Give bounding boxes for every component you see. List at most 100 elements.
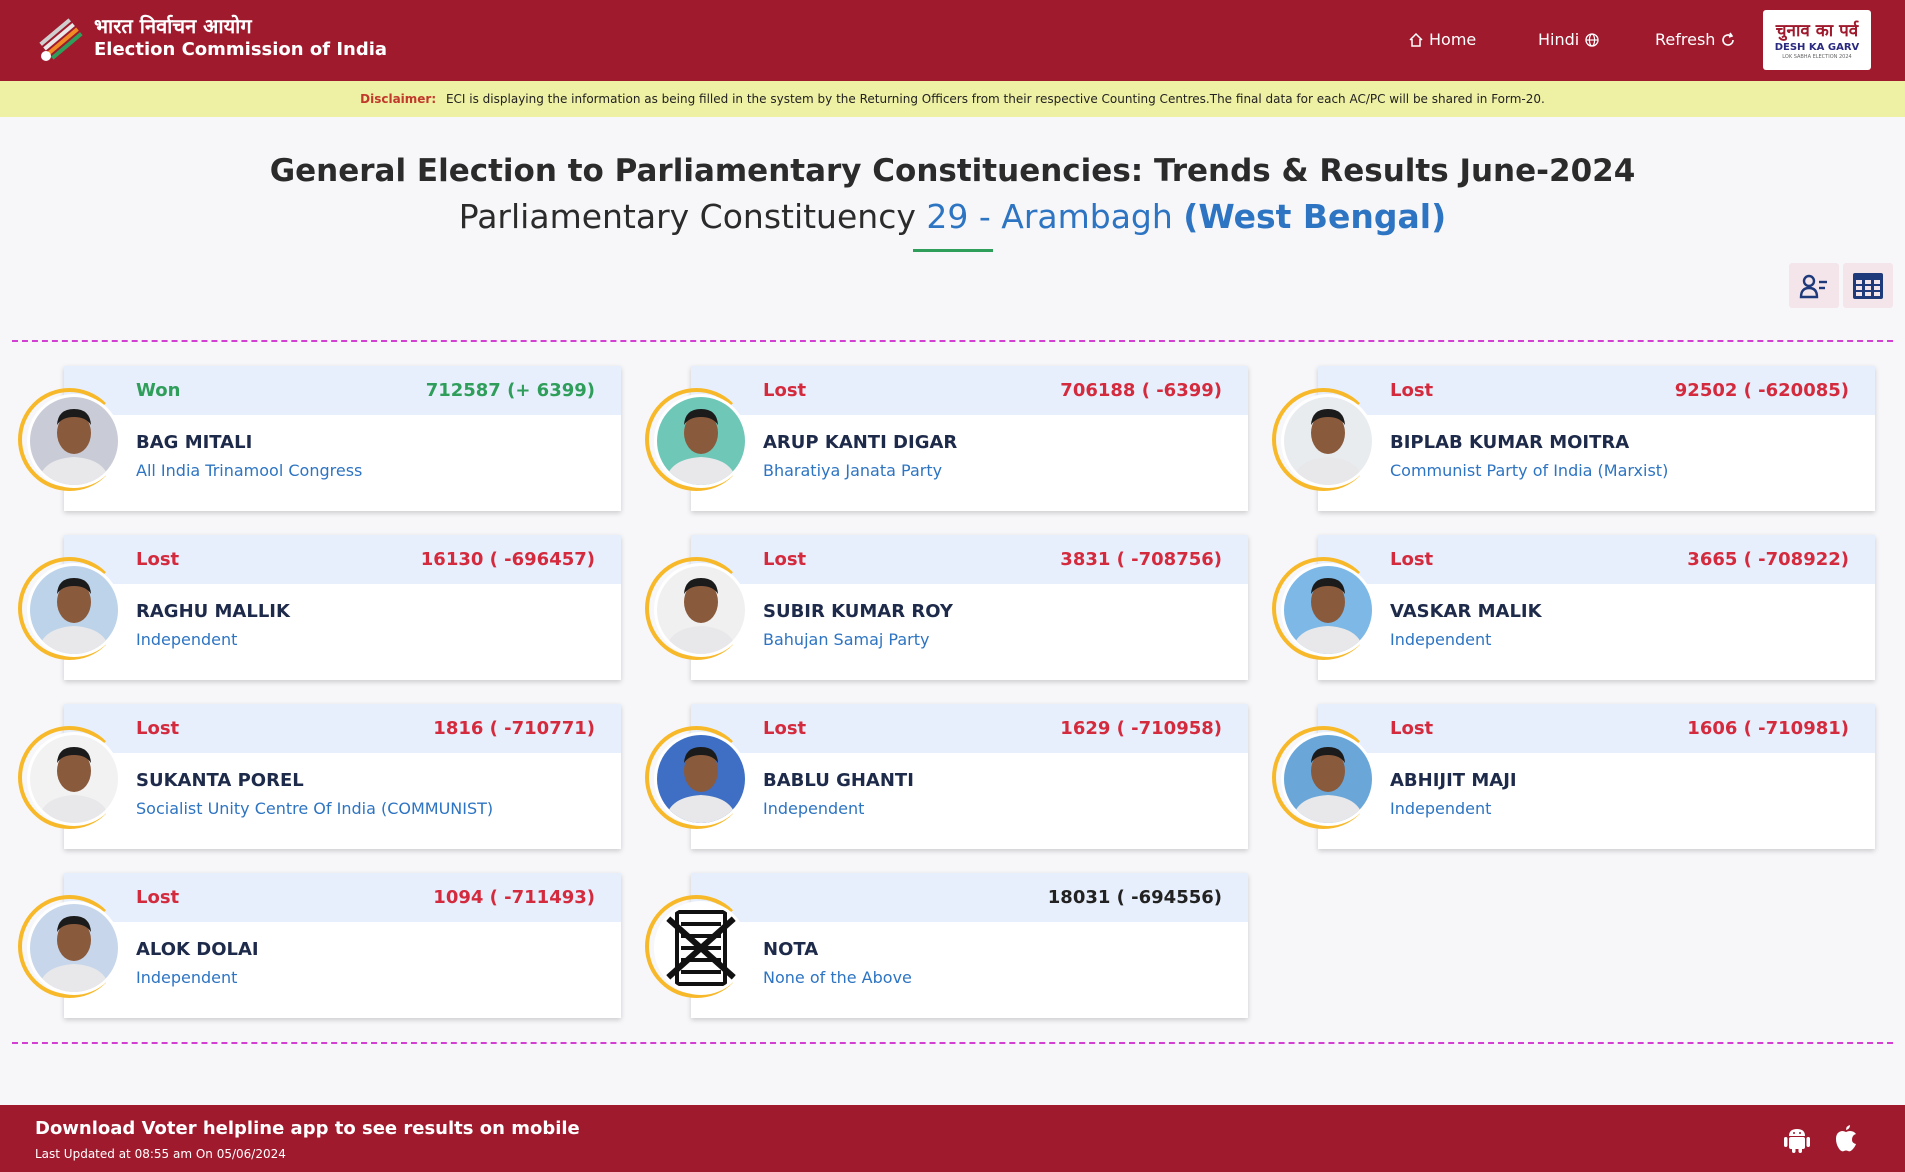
nota-symbol-icon[interactable] bbox=[657, 904, 745, 992]
photo-ring bbox=[18, 726, 121, 829]
candidate-card[interactable]: Lost 1094 ( -711493) ALOK DOLAI Independent bbox=[64, 873, 621, 1018]
party-name: Independent bbox=[136, 630, 238, 649]
candidate-photo[interactable] bbox=[1284, 566, 1372, 654]
party-name: Independent bbox=[1390, 630, 1492, 649]
candidate-card[interactable]: 18031 ( -694556) NOTA None of the Above bbox=[691, 873, 1248, 1018]
candidate-view-button[interactable] bbox=[1789, 263, 1839, 308]
result-status: Lost bbox=[136, 718, 180, 739]
nav-home-label: Home bbox=[1429, 30, 1477, 49]
candidate-card[interactable]: Lost 1816 ( -710771) SUKANTA POREL Socialis… bbox=[64, 704, 621, 849]
disclaimer-text: ECI is displaying the information as bei… bbox=[445, 92, 1545, 106]
state-name: (West Bengal) bbox=[1183, 197, 1447, 236]
title-underline bbox=[913, 249, 993, 252]
election-badge[interactable]: चुनाव का पर्व DESH KA GARV LOK SABHA ELE… bbox=[1763, 10, 1871, 70]
candidate-card[interactable]: Lost 3665 ( -708922) VASKAR MALIK Independe… bbox=[1318, 535, 1875, 680]
badge-sub: LOK SABHA ELECTION 2024 bbox=[1782, 54, 1852, 60]
candidate-name: BIPLAB KUMAR MOITRA bbox=[1390, 432, 1630, 453]
vote-count: 16130 ( -696457) bbox=[420, 549, 595, 570]
person-silhouette-icon bbox=[665, 409, 737, 485]
apple-icon[interactable] bbox=[1830, 1123, 1862, 1155]
page-title: General Election to Parliamentary Consti… bbox=[269, 153, 1636, 189]
candidate-name: ARUP KANTI DIGAR bbox=[763, 432, 958, 453]
nav-hindi-label: Hindi bbox=[1538, 30, 1580, 49]
vote-count: 1629 ( -710958) bbox=[1060, 718, 1222, 739]
section-divider-bottom bbox=[12, 1042, 1893, 1044]
candidate-photo[interactable] bbox=[657, 735, 745, 823]
photo-ring bbox=[645, 895, 748, 998]
person-silhouette-icon bbox=[1292, 578, 1364, 654]
globe-icon bbox=[1585, 32, 1599, 47]
party-name: Communist Party of India (Marxist) bbox=[1390, 461, 1669, 480]
candidate-name: RAGHU MALLIK bbox=[136, 601, 290, 622]
nota-cross-icon bbox=[660, 910, 742, 986]
result-status: Lost bbox=[763, 718, 807, 739]
candidate-card[interactable]: Lost 3831 ( -708756) SUBIR KUMAR ROY Bahuja… bbox=[691, 535, 1248, 680]
vote-count: 18031 ( -694556) bbox=[1047, 887, 1222, 908]
result-status: Lost bbox=[1390, 718, 1434, 739]
home-icon bbox=[1409, 32, 1423, 47]
person-silhouette-icon bbox=[1292, 409, 1364, 485]
vote-count: 92502 ( -620085) bbox=[1674, 380, 1849, 401]
candidate-card[interactable]: Lost 1606 ( -710981) ABHIJIT MAJI Independe… bbox=[1318, 704, 1875, 849]
nav-hindi[interactable]: Hindi bbox=[1538, 30, 1600, 49]
candidate-photo[interactable] bbox=[657, 397, 745, 485]
candidate-photo[interactable] bbox=[657, 566, 745, 654]
candidate-name: BAG MITALI bbox=[136, 432, 253, 453]
photo-ring bbox=[18, 557, 121, 660]
photo-ring bbox=[645, 726, 748, 829]
candidate-name: ALOK DOLAI bbox=[136, 939, 259, 960]
nav-refresh[interactable]: Refresh bbox=[1655, 30, 1736, 49]
candidate-photo[interactable] bbox=[30, 397, 118, 485]
candidate-photo[interactable] bbox=[30, 566, 118, 654]
candidate-card[interactable]: Won 712587 (+ 6399) BAG MITALI All India Tr… bbox=[64, 366, 621, 511]
person-silhouette-icon bbox=[38, 578, 110, 654]
table-view-button[interactable] bbox=[1843, 263, 1893, 308]
vote-count: 706188 ( -6399) bbox=[1060, 380, 1222, 401]
footer-last-updated: Last Updated at 08:55 am On 05/06/2024 bbox=[35, 1147, 286, 1161]
photo-ring bbox=[1272, 557, 1375, 660]
candidate-view-icon bbox=[1799, 274, 1827, 298]
ballot-logo-icon[interactable] bbox=[34, 12, 88, 66]
result-status: Lost bbox=[763, 549, 807, 570]
candidate-name: BABLU GHANTI bbox=[763, 770, 914, 791]
candidate-photo[interactable] bbox=[1284, 735, 1372, 823]
logo-english-text[interactable]: Election Commission of India bbox=[94, 39, 387, 60]
photo-ring bbox=[645, 557, 748, 660]
vote-count: 1816 ( -710771) bbox=[433, 718, 595, 739]
result-status: Lost bbox=[136, 887, 180, 908]
footer-download-text: Download Voter helpline app to see resul… bbox=[35, 1118, 580, 1139]
person-silhouette-icon bbox=[1292, 747, 1364, 823]
nav-refresh-label: Refresh bbox=[1655, 30, 1716, 49]
person-silhouette-icon bbox=[38, 916, 110, 992]
constituency-prefix: Parliamentary Constituency bbox=[458, 197, 916, 236]
nav-home[interactable]: Home bbox=[1408, 30, 1476, 49]
party-name: Bharatiya Janata Party bbox=[763, 461, 943, 480]
candidate-photo[interactable] bbox=[30, 735, 118, 823]
photo-ring bbox=[18, 895, 121, 998]
candidate-card[interactable]: Lost 92502 ( -620085) BIPLAB KUMAR MOITRA C… bbox=[1318, 366, 1875, 511]
candidate-name: ABHIJIT MAJI bbox=[1390, 770, 1517, 791]
constituency-name: 29 - Arambagh bbox=[926, 197, 1173, 236]
constituency-title: Parliamentary Constituency 29 - Arambagh… bbox=[0, 197, 1905, 236]
android-icon[interactable] bbox=[1781, 1123, 1813, 1155]
party-name: Independent bbox=[1390, 799, 1492, 818]
person-silhouette-icon bbox=[665, 578, 737, 654]
candidate-name: SUBIR KUMAR ROY bbox=[763, 601, 953, 622]
candidate-photo[interactable] bbox=[30, 904, 118, 992]
section-divider-top bbox=[12, 340, 1893, 342]
vote-count: 3831 ( -708756) bbox=[1060, 549, 1222, 570]
result-status: Lost bbox=[1390, 549, 1434, 570]
person-silhouette-icon bbox=[38, 747, 110, 823]
candidate-card[interactable]: Lost 706188 ( -6399) ARUP KANTI DIGAR Bhara… bbox=[691, 366, 1248, 511]
candidate-card[interactable]: Lost 1629 ( -710958) BABLU GHANTI Independe… bbox=[691, 704, 1248, 849]
photo-ring bbox=[18, 388, 121, 491]
vote-count: 3665 ( -708922) bbox=[1687, 549, 1849, 570]
candidate-photo[interactable] bbox=[1284, 397, 1372, 485]
party-name: Socialist Unity Centre Of India (COMMUNI… bbox=[136, 799, 494, 818]
site-footer: Download Voter helpline app to see resul… bbox=[0, 1105, 1905, 1172]
logo-hindi-text[interactable]: भारत निर्वाचन आयोग bbox=[94, 12, 252, 39]
party-name: None of the Above bbox=[763, 968, 912, 987]
person-silhouette-icon bbox=[665, 747, 737, 823]
candidate-card[interactable]: Lost 16130 ( -696457) RAGHU MALLIK Independ… bbox=[64, 535, 621, 680]
party-name: Independent bbox=[136, 968, 238, 987]
